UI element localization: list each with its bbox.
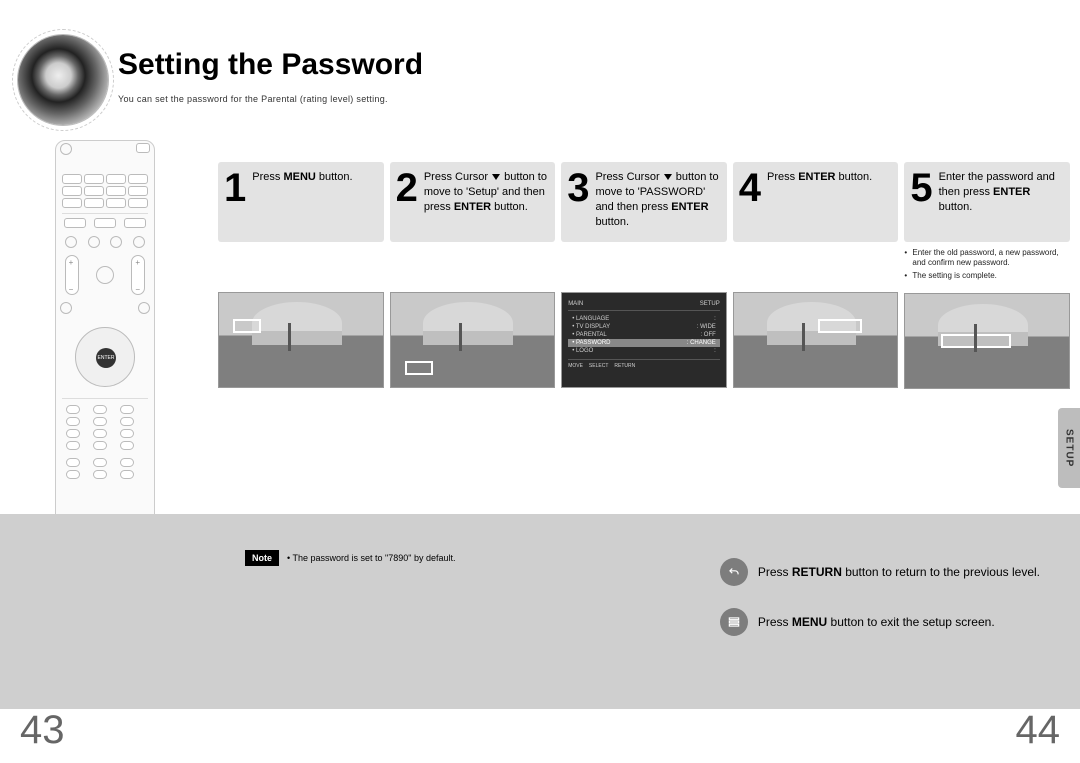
- step-thumbnail: [733, 292, 899, 388]
- step-thumbnail-menu: MAIN SETUP • LANGUAGE: • TV DISPLAY: WIDE…: [561, 292, 727, 388]
- step-text: Press Cursor button to move to 'PASSWORD…: [595, 170, 718, 229]
- menu-bottom-item: SELECT: [589, 363, 608, 369]
- menu-bottom-item: MOVE: [568, 363, 583, 369]
- note-text: • The password is set to "7890" by defau…: [287, 553, 455, 563]
- step-number: 4: [739, 170, 761, 206]
- menu-row: • PARENTAL: OFF: [568, 331, 720, 339]
- step-text: Press ENTER button.: [767, 170, 872, 185]
- menu-icon: [720, 608, 748, 636]
- menu-row: • LOGO:: [568, 347, 720, 355]
- page-title: Setting the Password: [118, 48, 423, 82]
- remote-enter-button: ENTER: [96, 348, 116, 368]
- page-subtitle: You can set the password for the Parenta…: [118, 94, 388, 104]
- step-thumbnail: [904, 293, 1070, 389]
- step-thumbnail: [390, 292, 556, 388]
- step-5-note: The setting is complete.: [904, 271, 1070, 281]
- step-text: Press Cursor button to move to 'Setup' a…: [424, 170, 547, 215]
- step-5-notes: Enter the old password, a new password, …: [904, 248, 1070, 281]
- page-number-left: 43: [20, 708, 65, 753]
- step-1: 1 Press MENU button.: [218, 162, 384, 389]
- step-number: 2: [396, 170, 418, 206]
- step-number: 1: [224, 170, 246, 206]
- step-text: Press MENU button.: [252, 170, 352, 185]
- menu-row: • TV DISPLAY: WIDE: [568, 323, 720, 331]
- return-icon: [720, 558, 748, 586]
- step-number: 3: [567, 170, 589, 206]
- steps-row: 1 Press MENU button. 2 Press Cursor butt…: [218, 162, 1070, 389]
- step-5-note: Enter the old password, a new password, …: [904, 248, 1070, 269]
- side-tab-label: SETUP: [1064, 429, 1075, 467]
- step-thumbnail: [218, 292, 384, 388]
- page-number-right: 44: [1016, 708, 1061, 753]
- note-row: Note • The password is set to "7890" by …: [245, 550, 455, 566]
- menu-info-text: Press MENU button to exit the setup scre…: [758, 615, 995, 629]
- info-buttons: Press RETURN button to return to the pre…: [720, 558, 1040, 658]
- menu-bottom-item: RETURN: [614, 363, 635, 369]
- speaker-icon: [18, 35, 108, 125]
- menu-top-left: MAIN: [568, 301, 583, 307]
- step-5: 5 Enter the password and then press ENTE…: [904, 162, 1070, 389]
- menu-row: • LANGUAGE:: [568, 315, 720, 323]
- return-info-text: Press RETURN button to return to the pre…: [758, 565, 1040, 579]
- step-number: 5: [910, 170, 932, 206]
- menu-rows: • LANGUAGE: • TV DISPLAY: WIDE• PARENTAL…: [568, 315, 720, 355]
- note-badge: Note: [245, 550, 279, 566]
- step-3: 3 Press Cursor button to move to 'PASSWO…: [561, 162, 727, 389]
- step-2: 2 Press Cursor button to move to 'Setup'…: [390, 162, 556, 389]
- step-4: 4 Press ENTER button.: [733, 162, 899, 389]
- menu-top-right: SETUP: [700, 301, 720, 307]
- menu-row: • PASSWORD: CHANGE: [568, 339, 720, 347]
- side-tab-setup: SETUP: [1058, 408, 1080, 488]
- step-text: Enter the password and then press ENTER …: [939, 170, 1062, 215]
